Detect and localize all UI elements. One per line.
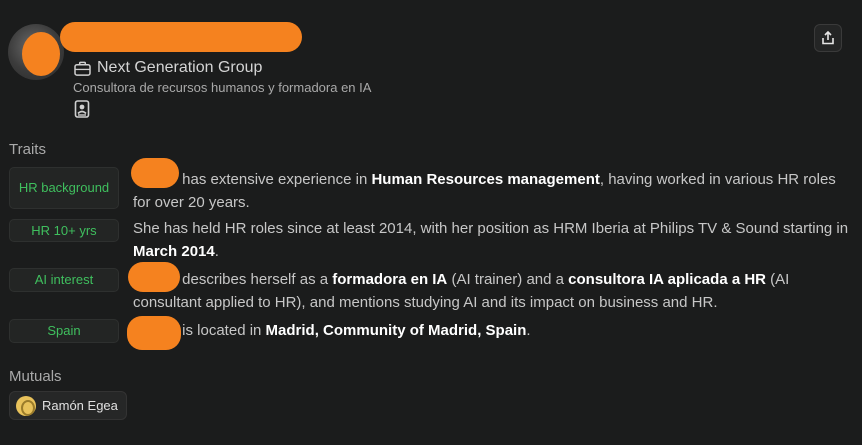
trait-badge[interactable]: HR background (9, 167, 119, 209)
description-text: . (214, 243, 219, 260)
mutuals-heading: Mutuals (9, 368, 62, 385)
trait-description: describes herself as a formadora en IA (… (133, 268, 853, 314)
share-button[interactable] (814, 24, 842, 52)
highlighted-text: March 2014 (133, 243, 215, 260)
description-text: is located in (178, 322, 266, 339)
trait-badge[interactable]: AI interest (9, 268, 119, 292)
description-text: (AI trainer) and a (447, 271, 569, 288)
contact-card-icon[interactable] (74, 100, 90, 118)
description-text: describes herself as a (178, 271, 333, 288)
mutual-name: Ramón Egea (42, 398, 118, 413)
name-redaction (60, 22, 302, 52)
company-row: Next Generation Group (74, 58, 262, 78)
traits-heading: Traits (9, 141, 46, 158)
trait-description: has extensive experience in Human Resour… (133, 168, 853, 214)
trait-description: is located in Madrid, Community of Madri… (133, 319, 853, 342)
highlighted-text: formadora en IA (332, 271, 448, 288)
description-text: has extensive experience in (178, 171, 372, 188)
avatar (16, 395, 36, 416)
share-icon (822, 30, 834, 45)
profile-tagline: Consultora de recursos humanos y formado… (73, 80, 372, 95)
mutual-chip[interactable]: Ramón Egea (9, 391, 127, 420)
description-text: . (526, 322, 531, 339)
profile-header: Next Generation Group Consultora de recu… (0, 0, 862, 140)
highlighted-text: Human Resources management (371, 171, 600, 188)
trait-badge[interactable]: HR 10+ yrs (9, 219, 119, 242)
company-name[interactable]: Next Generation Group (97, 59, 262, 77)
trait-description: She has held HR roles since at least 201… (133, 217, 853, 263)
briefcase-icon (74, 61, 91, 76)
description-text: She has held HR roles since at least 201… (133, 220, 849, 237)
redaction-mark (22, 32, 60, 76)
highlighted-text: consultora IA aplicada a HR (568, 271, 766, 288)
trait-badge[interactable]: Spain (9, 319, 119, 343)
highlighted-text: Madrid, Community of Madrid, Spain (265, 322, 527, 339)
avatar[interactable] (8, 24, 64, 80)
